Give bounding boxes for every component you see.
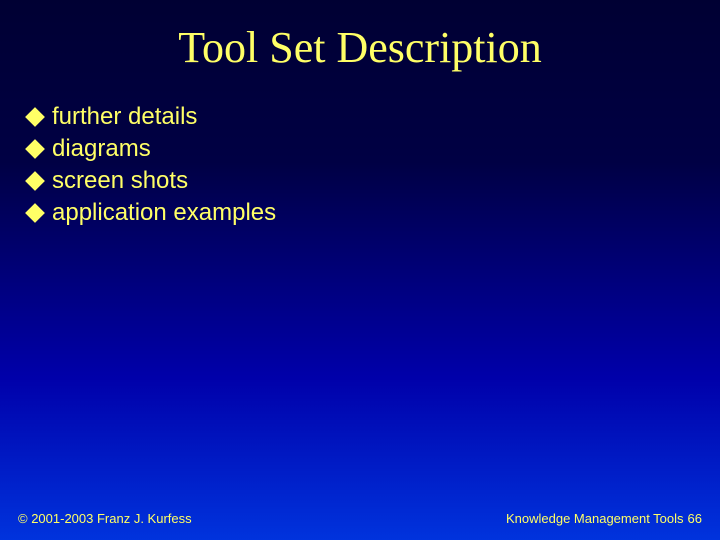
diamond-bullet-icon — [25, 171, 45, 191]
diamond-bullet-icon — [25, 139, 45, 159]
list-item: screen shots — [28, 167, 720, 195]
footer-right: Knowledge Management Tools 66 — [506, 511, 702, 526]
page-number: 66 — [688, 511, 702, 526]
copyright-text: © 2001-2003 Franz J. Kurfess — [18, 511, 192, 526]
bullet-text: further details — [52, 103, 197, 131]
footer-topic: Knowledge Management Tools — [506, 511, 684, 526]
slide: Tool Set Description further details dia… — [0, 0, 720, 540]
footer: © 2001-2003 Franz J. Kurfess Knowledge M… — [0, 511, 720, 526]
bullet-list: further details diagrams screen shots ap… — [28, 103, 720, 227]
slide-title: Tool Set Description — [0, 0, 720, 73]
list-item: diagrams — [28, 135, 720, 163]
diamond-bullet-icon — [25, 107, 45, 127]
bullet-text: screen shots — [52, 167, 188, 195]
bullet-text: application examples — [52, 199, 276, 227]
list-item: application examples — [28, 199, 720, 227]
list-item: further details — [28, 103, 720, 131]
bullet-text: diagrams — [52, 135, 151, 163]
diamond-bullet-icon — [25, 203, 45, 223]
